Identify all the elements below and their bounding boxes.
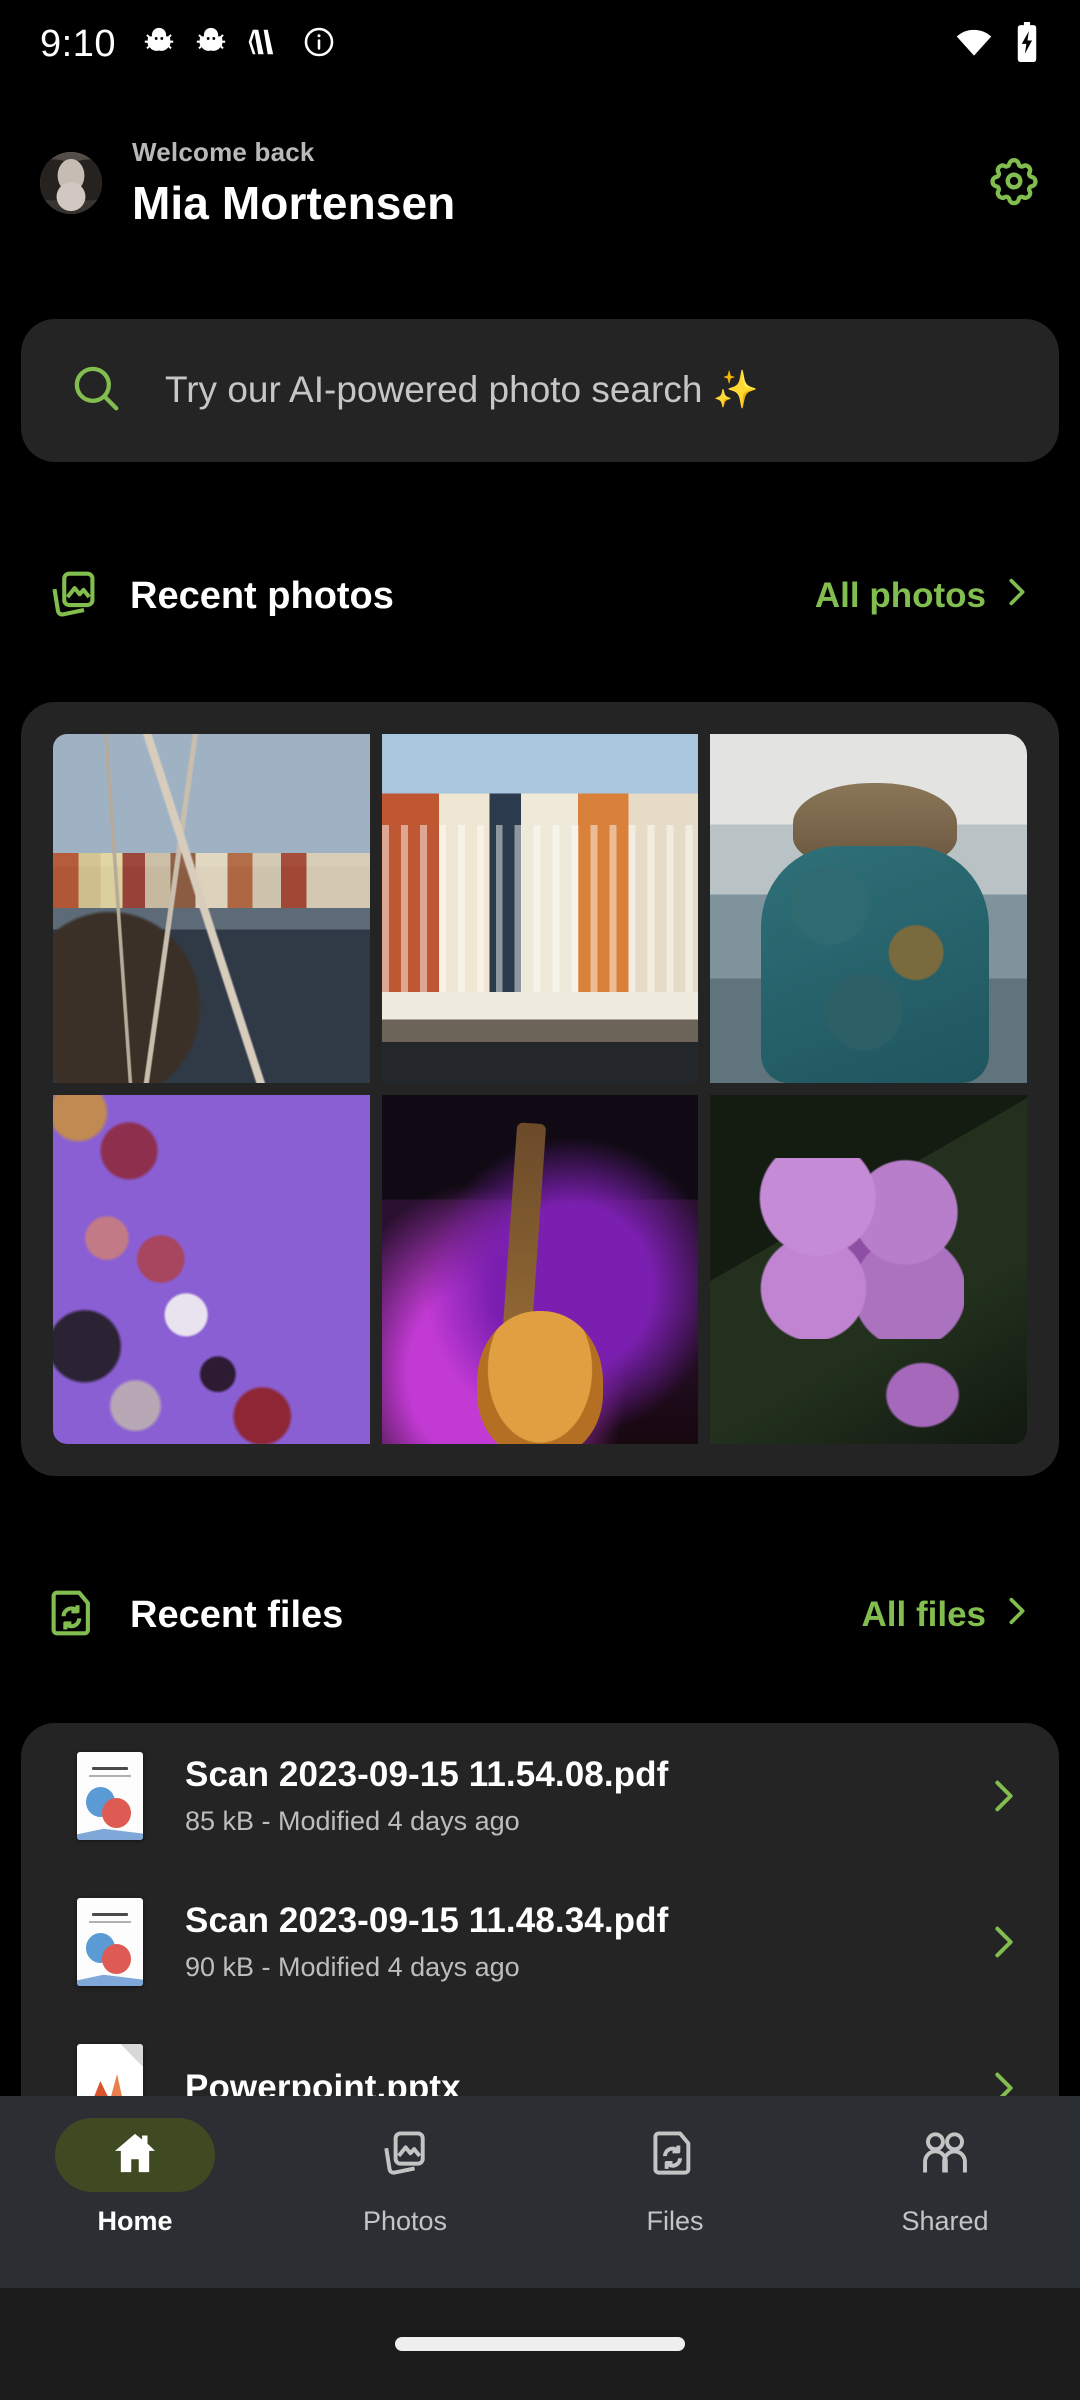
file-info: Scan 2023-09-15 11.48.34.pdf 90 kB - Mod…: [185, 1901, 668, 1983]
photo-fruit-purple[interactable]: [53, 1095, 370, 1444]
nav-item-shared[interactable]: Shared: [810, 2118, 1080, 2237]
info-icon: [302, 25, 336, 64]
photo-purple-orchid[interactable]: [710, 1095, 1027, 1444]
nav-item-photos[interactable]: Photos: [270, 2118, 540, 2237]
recent-files-header: Recent files All files: [48, 1580, 1032, 1650]
nav-active-pill: [55, 2118, 215, 2192]
table-row[interactable]: Scan 2023-09-15 11.54.08.pdf 85 kB - Mod…: [21, 1723, 1059, 1869]
nav-icon-wrap: [595, 2118, 755, 2192]
bug-icon: [142, 25, 176, 64]
recent-files-card: Scan 2023-09-15 11.54.08.pdf 85 kB - Mod…: [21, 1723, 1059, 2143]
file-name: Scan 2023-09-15 11.54.08.pdf: [185, 1755, 669, 1794]
nav-icon-wrap: [325, 2118, 485, 2192]
welcome-label: Welcome back: [132, 136, 315, 167]
settings-button[interactable]: [988, 155, 1040, 212]
all-photos-link[interactable]: All photos: [815, 575, 1032, 618]
people-icon: [918, 2128, 972, 2183]
chevron-right-icon: [1002, 575, 1032, 618]
photos-stack-icon: [48, 568, 100, 625]
search-placeholder: Try our AI-powered photo search ✨: [165, 369, 759, 410]
folder-sync-icon: [48, 1587, 100, 1644]
nav-label-files: Files: [646, 2206, 704, 2236]
photo-nyhavn-houses[interactable]: [381, 734, 699, 1083]
sparkles-icon: ✨: [712, 369, 759, 410]
chevron-right-icon: [1002, 1594, 1032, 1637]
greeting-block: Welcome back Mia Mortensen: [132, 137, 455, 230]
gear-icon: [988, 155, 1040, 212]
file-meta: 85 kB - Modified 4 days ago: [185, 1806, 520, 1836]
pdf-scan-thumbnail: [77, 1752, 143, 1840]
file-info: Scan 2023-09-15 11.54.08.pdf 85 kB - Mod…: [185, 1755, 668, 1837]
chevron-right-icon[interactable]: [989, 1776, 1019, 1816]
nav-label-shared: Shared: [901, 2206, 989, 2236]
photo-nyhavn-boats[interactable]: [53, 734, 370, 1083]
gesture-navigation-area: [0, 2288, 1080, 2400]
recent-photos-card: [21, 702, 1059, 1476]
nav-icon-wrap: [865, 2118, 1025, 2192]
bug-icon: [194, 25, 228, 64]
table-row[interactable]: Scan 2023-09-15 11.48.34.pdf 90 kB - Mod…: [21, 1869, 1059, 2015]
home-indicator[interactable]: [395, 2337, 685, 2351]
photo-concert-guitar[interactable]: [381, 1095, 699, 1444]
status-bar-notification-icons: [142, 25, 336, 64]
page-title: Mia Mortensen: [132, 176, 456, 229]
home-icon: [110, 2128, 160, 2183]
recent-files-title: Recent files: [130, 1593, 344, 1636]
app-header: Welcome back Mia Mortensen: [0, 128, 1080, 238]
photo-grid: [53, 734, 1027, 1444]
file-name: Scan 2023-09-15 11.48.34.pdf: [185, 1901, 669, 1940]
app-screen: 9:10 Welcome back Mia Mortensen Try our …: [0, 0, 1080, 2400]
status-bar: 9:10: [0, 0, 1080, 88]
pdf-scan-thumbnail: [77, 1898, 143, 1986]
all-files-label: All files: [861, 1595, 986, 1634]
photos-stack-icon: [380, 2128, 430, 2183]
folder-sync-icon: [650, 2128, 700, 2183]
status-bar-clock: 9:10: [40, 22, 116, 65]
search-input[interactable]: Try our AI-powered photo search ✨: [21, 319, 1059, 462]
bottom-navigation: Home Photos Files Shared: [0, 2096, 1080, 2288]
recent-photos-header: Recent photos All photos: [48, 561, 1032, 631]
nav-item-home[interactable]: Home: [0, 2118, 270, 2237]
all-files-link[interactable]: All files: [862, 1594, 1032, 1637]
all-photos-label: All photos: [814, 576, 986, 615]
chevron-right-icon[interactable]: [989, 1922, 1019, 1962]
battery-charging-icon: [1014, 21, 1040, 67]
status-bar-system-icons: [954, 21, 1040, 67]
nav-label-home: Home: [97, 2206, 173, 2236]
recent-photos-title: Recent photos: [130, 574, 394, 617]
avatar[interactable]: [40, 152, 102, 214]
nav-item-files[interactable]: Files: [540, 2118, 810, 2237]
search-icon: [69, 361, 123, 420]
chevrons-icon: [246, 27, 284, 62]
nav-label-photos: Photos: [362, 2206, 448, 2236]
wifi-icon: [954, 26, 994, 63]
file-meta: 90 kB - Modified 4 days ago: [185, 1952, 520, 1982]
photo-woman-jacket[interactable]: [710, 734, 1027, 1083]
